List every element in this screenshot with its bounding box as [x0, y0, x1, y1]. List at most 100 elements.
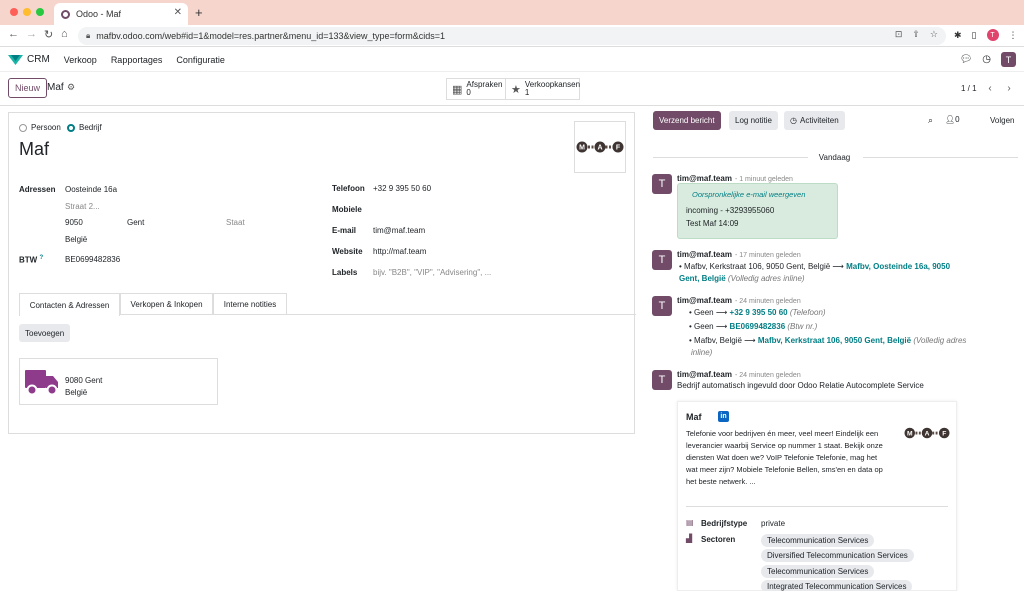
log-note-button[interactable]: Log notitie: [729, 111, 778, 130]
menu-verkoop[interactable]: Verkoop: [64, 55, 97, 65]
tracking-line-cont: Gent, België (Volledig adres inline): [679, 274, 805, 283]
tracking-old-value: Mafbv, Kerkstraat 106, 9050 Gent, België: [684, 262, 831, 271]
control-panel: Nieuw Maf ⚙ ▦ Afspraken 0 ★ Verkoopkanse…: [0, 72, 1024, 106]
author-name[interactable]: tim@maf.team: [677, 250, 732, 259]
pager-previous-icon[interactable]: ‹: [981, 79, 999, 97]
radio-checked-icon: [67, 123, 75, 132]
odoo-navbar: CRM Verkoop Rapportages Configuratie 💬︎ …: [0, 48, 1024, 72]
followers-button[interactable]: 👤︎0: [945, 115, 960, 124]
sector-tag: Diversified Telecommunication Services: [761, 549, 914, 562]
street2-field[interactable]: Straat 2...: [65, 202, 100, 211]
gear-icon[interactable]: ⚙: [67, 82, 75, 93]
install-app-icon[interactable]: ⊡: [895, 29, 903, 40]
app-name[interactable]: CRM: [27, 54, 50, 65]
maximize-window-icon[interactable]: [36, 8, 44, 16]
breadcrumb-record-title: Maf: [47, 82, 64, 93]
back-icon[interactable]: ←: [8, 28, 19, 40]
contact-card[interactable]: 9080 Gent België: [19, 358, 218, 405]
linkedin-icon[interactable]: in: [718, 411, 729, 422]
radio-person[interactable]: Persoon: [19, 123, 61, 132]
send-message-button[interactable]: Verzend bericht: [653, 111, 721, 130]
sectors-label: Sectoren: [701, 535, 736, 544]
reload-icon[interactable]: ↻: [44, 28, 53, 41]
radio-unchecked-icon: [19, 123, 27, 132]
industry-icon: ▟: [686, 534, 693, 543]
date-separator-line: [863, 157, 1018, 158]
message-body-line: Test Maf 14:09: [686, 219, 739, 228]
tab-contacten-adressen[interactable]: Contacten & Adressen: [19, 293, 120, 316]
arrow-right-icon: ⟶: [715, 308, 728, 317]
smart-button-verkoopkansen[interactable]: ★ Verkoopkansen 1: [505, 78, 580, 100]
logo-letter: A: [597, 145, 602, 152]
street-field[interactable]: Oosteinde 16a: [65, 185, 117, 194]
author-avatar[interactable]: T: [652, 370, 672, 390]
new-button[interactable]: Nieuw: [8, 78, 48, 98]
author-name[interactable]: tim@maf.team: [677, 370, 732, 379]
paperclip-icon[interactable]: ⌕: [928, 115, 933, 126]
bookmark-star-icon[interactable]: ☆: [930, 29, 938, 40]
activity-clock-icon[interactable]: ◷: [982, 54, 991, 65]
message-time: - 1 minuut geleden: [734, 176, 793, 183]
pager-next-icon[interactable]: ›: [1000, 79, 1018, 97]
pager-value[interactable]: 1 / 1: [961, 84, 977, 93]
home-icon[interactable]: ⌂: [61, 28, 68, 40]
tags-label: Labels: [332, 268, 358, 277]
country-field[interactable]: België: [65, 235, 87, 244]
share-icon[interactable]: ⇪: [912, 29, 920, 40]
clock-icon: ◷: [790, 116, 797, 125]
date-separator-label: Vandaag: [812, 153, 857, 162]
description-line: wat meer zijn? Mobiele Telefonie Bellen,…: [686, 465, 883, 474]
author-name[interactable]: tim@maf.team: [677, 296, 732, 305]
phone-field[interactable]: +32 9 395 50 60: [373, 184, 431, 193]
phone-label: Telefoon: [332, 184, 365, 193]
logo-letter: F: [942, 430, 946, 437]
tags-field[interactable]: bijv. "B2B", "VIP", "Advisering", ...: [373, 268, 491, 277]
city-field[interactable]: Gent: [127, 218, 144, 227]
tracking-line: • Geen ⟶ +32 9 395 50 60 (Telefoon): [689, 308, 826, 317]
tracking-line-cont: inline): [691, 348, 712, 357]
email-field[interactable]: tim@maf.team: [373, 226, 425, 235]
browser-menu-icon[interactable]: ⋮: [1009, 30, 1018, 41]
help-tooltip-icon[interactable]: ?: [39, 255, 43, 261]
view-original-email-link[interactable]: Oorspronkelijke e-mail weergeven: [692, 190, 805, 199]
zip-field[interactable]: 9050: [65, 218, 83, 227]
browser-tab[interactable]: Odoo - Maf ✕: [54, 3, 188, 25]
calendar-icon: ▦: [452, 83, 463, 96]
crm-app-icon[interactable]: [8, 54, 23, 65]
smart-button-label: Verkoopkansen: [524, 80, 581, 89]
contact-card-line2: België: [65, 388, 88, 397]
author-avatar[interactable]: T: [652, 250, 672, 270]
profile-avatar[interactable]: T: [986, 29, 999, 41]
tab-verkopen-inkopen[interactable]: Verkopen & Inkopen: [120, 293, 213, 315]
menu-configuratie[interactable]: Configuratie: [176, 55, 225, 65]
messaging-icon[interactable]: 💬︎: [960, 54, 973, 65]
tracking-field: (Btw nr.): [787, 322, 818, 331]
activities-button[interactable]: ◷ Activiteiten: [784, 111, 845, 130]
author-name[interactable]: tim@maf.team: [677, 174, 732, 183]
new-tab-icon[interactable]: +: [195, 5, 203, 20]
add-contact-button[interactable]: Toevoegen: [19, 324, 71, 342]
tab-interne-notities[interactable]: Interne notities: [213, 293, 287, 315]
user-avatar[interactable]: T: [1001, 52, 1016, 67]
smart-button-afspraken[interactable]: ▦ Afspraken 0: [446, 78, 509, 100]
address-bar[interactable]: 🔒︎ mafbv.odoo.com/web#id=1&model=res.par…: [78, 27, 946, 45]
forward-icon[interactable]: →: [26, 28, 37, 40]
extensions-icon[interactable]: ✱: [954, 30, 962, 41]
author-avatar[interactable]: T: [652, 174, 672, 194]
vat-field[interactable]: BE0699482836: [65, 255, 120, 264]
company-type-label: Bedrijfstype: [701, 519, 748, 528]
website-field[interactable]: http://maf.team: [373, 247, 426, 256]
partner-name-field[interactable]: Maf: [19, 139, 49, 160]
close-tab-icon[interactable]: ✕: [174, 7, 182, 18]
state-field[interactable]: Staat: [226, 218, 245, 227]
smart-button-count: 1: [524, 88, 530, 97]
sector-tag: Integrated Telecommunication Services: [761, 580, 913, 591]
author-avatar[interactable]: T: [652, 296, 672, 316]
minimize-window-icon[interactable]: [23, 8, 31, 16]
menu-rapportages[interactable]: Rapportages: [111, 55, 163, 65]
company-logo[interactable]: M A F: [574, 121, 626, 173]
close-window-icon[interactable]: [10, 8, 18, 16]
follow-button[interactable]: Volgen: [990, 116, 1014, 125]
sidebar-icon[interactable]: ▯: [972, 30, 977, 41]
radio-company[interactable]: Bedrijf: [67, 123, 102, 132]
